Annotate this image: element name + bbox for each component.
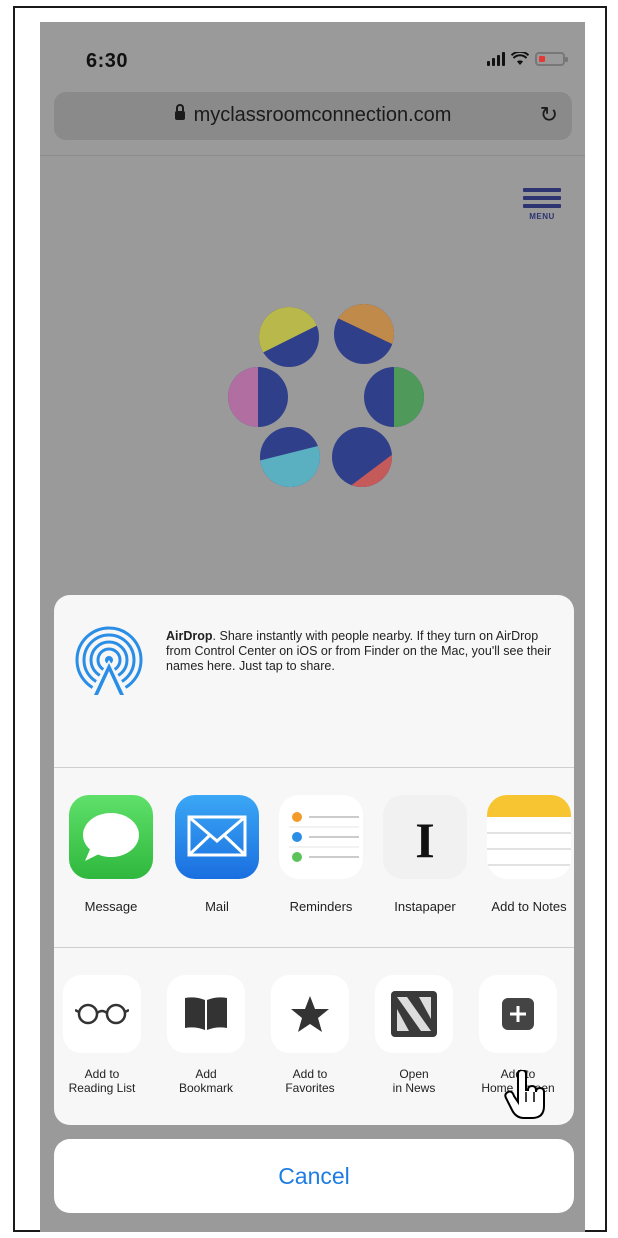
reminders-icon: [279, 795, 363, 879]
signal-icon: [487, 52, 505, 66]
instapaper-icon: I: [383, 795, 467, 879]
airdrop-icon: [75, 626, 143, 695]
share-app-notes[interactable]: Add to Notes: [484, 795, 574, 914]
app-label: Message: [84, 899, 138, 914]
share-app-reminders[interactable]: Reminders: [276, 795, 366, 914]
menu-label: Menu: [529, 212, 555, 221]
lock-icon: [174, 104, 185, 120]
action-add-to-favorites[interactable]: Add to Favorites: [262, 975, 358, 1095]
notes-icon: [487, 795, 571, 879]
action-add-bookmark[interactable]: Add Bookmark: [158, 975, 254, 1095]
action-label: Add to Reading List: [68, 1067, 136, 1095]
svg-text:I: I: [415, 812, 434, 868]
airdrop-body: . Share instantly with people nearby. If…: [166, 629, 552, 673]
message-icon: [69, 795, 153, 879]
separator-apps: [54, 947, 574, 948]
news-icon: [375, 975, 453, 1053]
status-icons: [487, 52, 568, 66]
plus-square-icon: [479, 975, 557, 1053]
glasses-icon: [63, 975, 141, 1053]
separator-airdrop: [54, 767, 574, 768]
battery-level: [539, 56, 545, 62]
action-label: Open in News: [392, 1067, 436, 1095]
share-app-mail[interactable]: Mail: [172, 795, 262, 914]
action-open-in-news[interactable]: Open in News: [366, 975, 462, 1095]
site-logo: [228, 304, 424, 487]
url-display[interactable]: myclassroomconnection.com: [54, 104, 572, 127]
status-time: 6:30: [86, 50, 129, 72]
site-menu-button[interactable]: Menu: [523, 188, 561, 221]
phone-screen: 6:30 myclassroomconnection.com ↻ Menu: [40, 22, 585, 1232]
reload-icon[interactable]: ↻: [540, 102, 558, 128]
book-icon: [167, 975, 245, 1053]
mail-icon: [175, 795, 259, 879]
share-sheet: AirDrop. Share instantly with people nea…: [54, 595, 574, 1125]
toolbar-divider: [40, 155, 585, 156]
url-text: myclassroomconnection.com: [193, 104, 452, 126]
airdrop-description: AirDrop. Share instantly with people nea…: [166, 629, 558, 674]
address-bar[interactable]: myclassroomconnection.com ↻: [54, 92, 572, 140]
share-app-message[interactable]: Message: [66, 795, 156, 914]
wifi-icon: [511, 52, 529, 65]
hand-pointer-cursor-icon: [504, 1070, 545, 1119]
action-label: Add Bookmark: [178, 1067, 234, 1095]
status-bar: 6:30: [40, 22, 585, 94]
battery-icon: [535, 52, 568, 66]
airdrop-section[interactable]: AirDrop. Share instantly with people nea…: [54, 595, 574, 767]
airdrop-title: AirDrop: [166, 629, 213, 643]
app-label: Mail: [205, 899, 229, 914]
cancel-button[interactable]: Cancel: [54, 1139, 574, 1213]
share-app-instapaper[interactable]: I Instapaper: [380, 795, 470, 914]
app-label: Add to Notes: [491, 899, 567, 914]
app-label: Instapaper: [394, 899, 456, 914]
action-label: Add to Favorites: [285, 1067, 335, 1095]
star-icon: [271, 975, 349, 1053]
action-add-to-reading-list[interactable]: Add to Reading List: [54, 975, 150, 1095]
app-label: Reminders: [289, 899, 353, 914]
